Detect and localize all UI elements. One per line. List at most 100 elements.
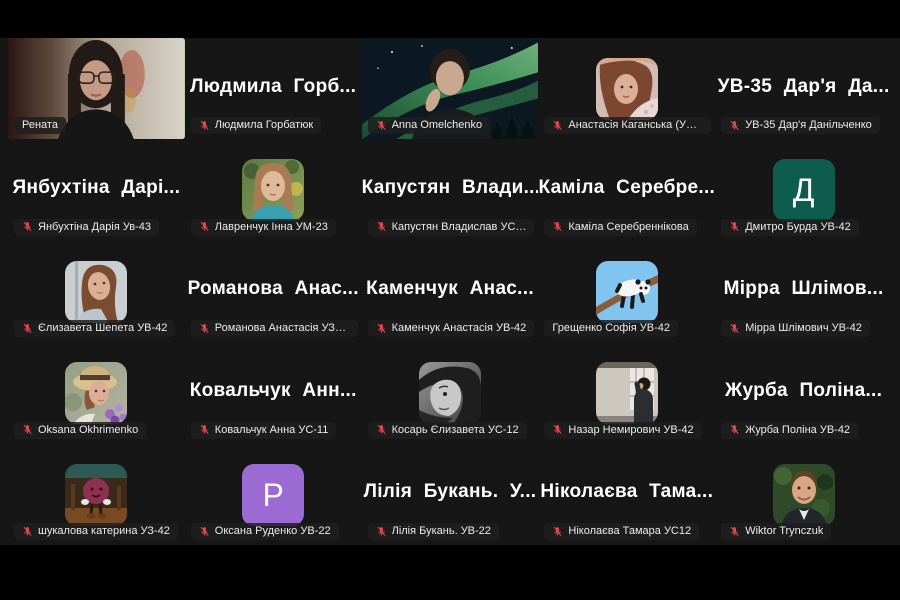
nameplate: Рената: [14, 117, 66, 134]
participant-tile[interactable]: УВ-35 Дар'я Да... УВ-35 Дар'я Данільченк…: [715, 38, 892, 139]
participant-tile[interactable]: Каміла Серебре... Каміла Серебреннікова: [538, 139, 715, 240]
participant-name-label: Wiktor Trynczuk: [745, 525, 823, 537]
bottom-letterbox-bar: [0, 545, 900, 600]
participant-name-label: Капустян Владислав УС-11: [392, 221, 527, 233]
participant-tile[interactable]: Журба Поліна... Журба Поліна УВ-42: [715, 342, 892, 443]
nameplate: УВ-35 Дар'я Данільченко: [721, 117, 880, 134]
nameplate: Анастасія Каганська (УВ-43): [544, 117, 711, 134]
participant-tile[interactable]: Лілія Букань. У... Лілія Букань. УВ-22: [362, 444, 539, 545]
participant-tile[interactable]: Р Оксана Руденко УВ-22: [185, 444, 362, 545]
participant-tile[interactable]: Мірра Шлімов... Мірра Шлімович УВ-42: [715, 241, 892, 342]
participant-name-label: Мірра Шлімович УВ-42: [745, 322, 862, 334]
participant-tile[interactable]: Янбухтіна Дарі... Янбухтіна Дарія Ув-43: [8, 139, 185, 240]
nameplate: Каменчук Анастасія УВ-42: [368, 320, 535, 337]
participant-tile[interactable]: Єлизавета Шепета УВ-42: [8, 241, 185, 342]
participant-big-name: Мірра Шлімов...: [715, 278, 892, 300]
muted-mic-icon: [22, 323, 33, 334]
muted-mic-icon: [22, 526, 33, 537]
participant-tile[interactable]: Лавренчук Інна УМ-23: [185, 139, 362, 240]
participant-big-name: Журба Поліна...: [715, 380, 892, 402]
muted-mic-icon: [199, 323, 210, 334]
avatar: [773, 464, 835, 526]
participant-tile[interactable]: Назар Немирович УВ-42: [538, 342, 715, 443]
muted-mic-icon: [199, 526, 210, 537]
muted-mic-icon: [22, 424, 33, 435]
muted-mic-icon: [199, 120, 210, 131]
participant-name-label: Каменчук Анастасія УВ-42: [392, 322, 527, 334]
participant-tile[interactable]: Каменчук Анас... Каменчук Анастасія УВ-4…: [362, 241, 539, 342]
muted-mic-icon: [729, 424, 740, 435]
participant-name-label: Людмила Горбатюк: [215, 119, 313, 131]
avatar: [65, 261, 127, 323]
participant-tile[interactable]: Anna Omelchenko: [362, 38, 539, 139]
muted-mic-icon: [199, 424, 210, 435]
participant-name-label: Журба Поліна УВ-42: [745, 424, 850, 436]
nameplate: Косарь Єлизавета УС-12: [368, 422, 527, 439]
participant-name-label: шукалова катерина УЗ-42: [38, 525, 170, 537]
participant-tile[interactable]: Wiktor Trynczuk: [715, 444, 892, 545]
avatar: [65, 362, 127, 424]
participant-name-label: Каміла Серебреннікова: [568, 221, 688, 233]
avatar-letter: Д: [773, 159, 835, 221]
nameplate: Романова Анастасія УЗ-42: [191, 320, 358, 337]
participant-big-name: Каменчук Анас...: [362, 278, 539, 300]
nameplate: Ковальчук Анна УС-11: [191, 422, 337, 439]
nameplate: Янбухтіна Дарія Ув-43: [14, 219, 159, 236]
participant-tile[interactable]: Анастасія Каганська (УВ-43): [538, 38, 715, 139]
participant-tile[interactable]: Рената: [8, 38, 185, 139]
apple-character-avatar: [65, 464, 127, 526]
nameplate: шукалова катерина УЗ-42: [14, 523, 178, 540]
muted-mic-icon: [376, 526, 387, 537]
participant-big-name: Лілія Букань. У...: [362, 481, 539, 503]
muted-mic-icon: [552, 120, 563, 131]
nameplate: Людмила Горбатюк: [191, 117, 321, 134]
nameplate: Oksana Okhrimenko: [14, 422, 146, 439]
muted-mic-icon: [729, 120, 740, 131]
top-letterbox-bar: [0, 0, 900, 38]
muted-mic-icon: [729, 323, 740, 334]
nameplate: Anna Omelchenko: [368, 117, 491, 134]
participant-tile[interactable]: Капустян Влади... Капустян Владислав УС-…: [362, 139, 539, 240]
participant-name-label: Рената: [22, 119, 58, 131]
nameplate: Журба Поліна УВ-42: [721, 422, 858, 439]
nameplate: Капустян Владислав УС-11: [368, 219, 535, 236]
participant-name-label: Янбухтіна Дарія Ув-43: [38, 221, 151, 233]
participant-tile[interactable]: Д Дмитро Бурда УВ-42: [715, 139, 892, 240]
muted-mic-icon: [552, 424, 563, 435]
participant-name-label: Оксана Руденко УВ-22: [215, 525, 331, 537]
nameplate: Назар Немирович УВ-42: [544, 422, 701, 439]
nameplate: Дмитро Бурда УВ-42: [721, 219, 859, 236]
participant-name-label: Лавренчук Інна УМ-23: [215, 221, 328, 233]
participant-tile[interactable]: Грещенко Софія УВ-42: [538, 241, 715, 342]
muted-mic-icon: [552, 221, 563, 232]
avatar: [419, 362, 481, 424]
avatar: [596, 362, 658, 424]
participant-tile[interactable]: Ніколаєва Тама... Ніколаєва Тамара УС12: [538, 444, 715, 545]
nameplate: Оксана Руденко УВ-22: [191, 523, 339, 540]
muted-mic-icon: [199, 221, 210, 232]
participant-tile[interactable]: Косарь Єлизавета УС-12: [362, 342, 539, 443]
nameplate: Грещенко Софія УВ-42: [544, 320, 678, 337]
avatar-letter-text: Д: [793, 174, 815, 206]
muted-mic-icon: [729, 221, 740, 232]
muted-mic-icon: [376, 323, 387, 334]
panda-on-branch-avatar: [596, 261, 658, 323]
muted-mic-icon: [552, 526, 563, 537]
participant-name-label: Oksana Okhrimenko: [38, 424, 138, 436]
participant-tile[interactable]: Ковальчук Анн... Ковальчук Анна УС-11: [185, 342, 362, 443]
nameplate: Лілія Букань. УВ-22: [368, 523, 499, 540]
participant-tile[interactable]: Романова Анас... Романова Анастасія УЗ-4…: [185, 241, 362, 342]
participant-name-label: Anna Omelchenko: [392, 119, 483, 131]
black-white-portrait-avatar: [419, 362, 481, 424]
nameplate: Мірра Шлімович УВ-42: [721, 320, 870, 337]
nameplate: Лавренчук Інна УМ-23: [191, 219, 336, 236]
participant-tile[interactable]: Oksana Okhrimenko: [8, 342, 185, 443]
avatar-letter: Р: [242, 464, 304, 526]
muted-mic-icon: [376, 424, 387, 435]
muted-mic-icon: [376, 120, 387, 131]
participant-tile[interactable]: Людмила Горб... Людмила Горбатюк: [185, 38, 362, 139]
participant-name-label: УВ-35 Дар'я Данільченко: [745, 119, 872, 131]
selfie-red-hair-girl-avatar: [596, 58, 658, 120]
portrait-long-hair-woman-avatar: [65, 261, 127, 323]
participant-tile[interactable]: шукалова катерина УЗ-42: [8, 444, 185, 545]
